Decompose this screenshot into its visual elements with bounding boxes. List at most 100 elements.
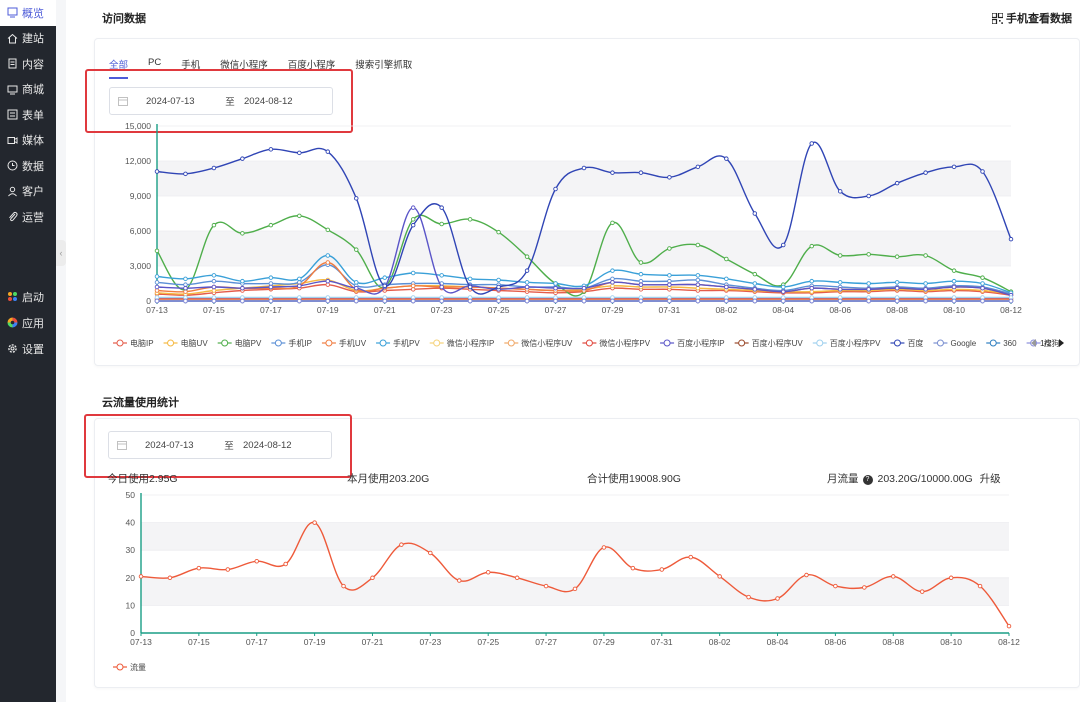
data-point[interactable]: [866, 281, 871, 286]
data-point[interactable]: [439, 221, 444, 227]
data-point[interactable]: [457, 578, 462, 583]
data-point[interactable]: [382, 275, 387, 280]
data-point[interactable]: [667, 273, 672, 278]
data-point[interactable]: [496, 277, 501, 283]
data-point[interactable]: [781, 289, 786, 294]
sidebar-item-clock[interactable]: 数据: [0, 153, 56, 179]
data-point[interactable]: [809, 285, 814, 291]
sidebar-item-form[interactable]: 表单: [0, 102, 56, 128]
sidebar-item-settings-gear[interactable]: 设置: [0, 336, 56, 362]
data-point[interactable]: [225, 567, 231, 572]
data-point[interactable]: [695, 298, 701, 304]
data-point[interactable]: [923, 170, 928, 175]
data-point[interactable]: [572, 586, 578, 592]
data-point[interactable]: [866, 298, 871, 304]
data-point[interactable]: [581, 298, 587, 304]
data-point[interactable]: [980, 281, 985, 286]
data-point[interactable]: [211, 222, 217, 228]
legend-item[interactable]: 流量: [113, 662, 146, 672]
data-point[interactable]: [980, 169, 985, 174]
data-point[interactable]: [717, 574, 722, 579]
data-point[interactable]: [325, 298, 331, 304]
legend-item[interactable]: 微信小程序PV: [582, 338, 651, 348]
data-point[interactable]: [581, 285, 587, 291]
data-point[interactable]: [240, 156, 245, 161]
data-point[interactable]: [467, 276, 473, 282]
data-point[interactable]: [154, 298, 160, 304]
data-point[interactable]: [183, 276, 188, 282]
data-point[interactable]: [894, 285, 900, 291]
data-point[interactable]: [496, 284, 501, 290]
data-point[interactable]: [866, 252, 871, 257]
data-point[interactable]: [667, 246, 672, 251]
sidebar-item-home[interactable]: 建站: [0, 26, 56, 52]
data-point[interactable]: [837, 253, 843, 258]
data-point[interactable]: [610, 220, 615, 226]
data-point[interactable]: [837, 189, 843, 194]
data-point[interactable]: [951, 278, 957, 284]
data-point[interactable]: [325, 278, 331, 284]
data-point[interactable]: [154, 280, 160, 285]
data-point[interactable]: [837, 298, 843, 304]
data-point[interactable]: [809, 141, 814, 146]
data-point[interactable]: [410, 222, 416, 228]
data-point[interactable]: [638, 271, 644, 277]
sidebar-collapse-handle[interactable]: ‹: [56, 240, 66, 266]
legend-pager[interactable]: 1/2: [1031, 338, 1064, 348]
data-point[interactable]: [297, 213, 302, 219]
legend-item[interactable]: 微信小程序IP: [429, 338, 495, 348]
data-point[interactable]: [752, 287, 758, 292]
data-point[interactable]: [894, 254, 900, 259]
legend-item[interactable]: 百度小程序UV: [734, 338, 804, 348]
data-point[interactable]: [781, 298, 786, 304]
data-point[interactable]: [211, 284, 217, 290]
data-point[interactable]: [923, 281, 928, 286]
data-point[interactable]: [752, 271, 758, 277]
data-point[interactable]: [183, 298, 188, 304]
sidebar-item-overview[interactable]: 概览: [0, 0, 56, 26]
sidebar-item-paperclip[interactable]: 运营: [0, 204, 56, 230]
data-point[interactable]: [240, 231, 245, 236]
data-point[interactable]: [891, 574, 896, 579]
data-point[interactable]: [980, 285, 985, 291]
data-point[interactable]: [240, 278, 245, 284]
data-point[interactable]: [254, 558, 259, 564]
data-point[interactable]: [980, 275, 985, 280]
sidebar-item-video[interactable]: 媒体: [0, 128, 56, 154]
data-point[interactable]: [325, 253, 331, 258]
data-point[interactable]: [154, 169, 160, 174]
data-point[interactable]: [485, 570, 491, 575]
data-point[interactable]: [467, 284, 473, 290]
data-point[interactable]: [638, 298, 644, 304]
data-point[interactable]: [837, 280, 843, 285]
mobile-view-link[interactable]: 手机查看数据: [992, 10, 1072, 26]
data-point[interactable]: [630, 565, 636, 571]
data-point[interactable]: [370, 575, 375, 581]
data-point[interactable]: [951, 164, 957, 170]
legend-item[interactable]: 百度小程序IP: [660, 338, 725, 348]
legend-item[interactable]: 电脑PV: [217, 338, 262, 348]
data-point[interactable]: [325, 260, 331, 265]
data-point[interactable]: [211, 278, 217, 284]
data-point[interactable]: [439, 205, 444, 210]
data-point[interactable]: [524, 254, 530, 259]
data-point[interactable]: [752, 298, 758, 304]
data-point[interactable]: [980, 298, 985, 304]
data-point[interactable]: [951, 298, 957, 304]
data-point[interactable]: [688, 554, 693, 560]
data-point[interactable]: [809, 243, 814, 249]
data-point[interactable]: [268, 275, 274, 280]
data-point[interactable]: [951, 268, 957, 273]
data-point[interactable]: [923, 298, 928, 304]
data-point[interactable]: [354, 298, 359, 304]
data-point[interactable]: [211, 298, 217, 304]
data-point[interactable]: [781, 242, 786, 248]
legend-item[interactable]: 手机UV: [321, 338, 367, 348]
data-point[interactable]: [1008, 298, 1014, 304]
data-point[interactable]: [610, 268, 615, 273]
data-point[interactable]: [196, 565, 202, 571]
data-point[interactable]: [610, 170, 615, 175]
data-point[interactable]: [553, 285, 558, 291]
data-point[interactable]: [410, 217, 416, 222]
legend-item[interactable]: 手机PV: [376, 338, 420, 348]
